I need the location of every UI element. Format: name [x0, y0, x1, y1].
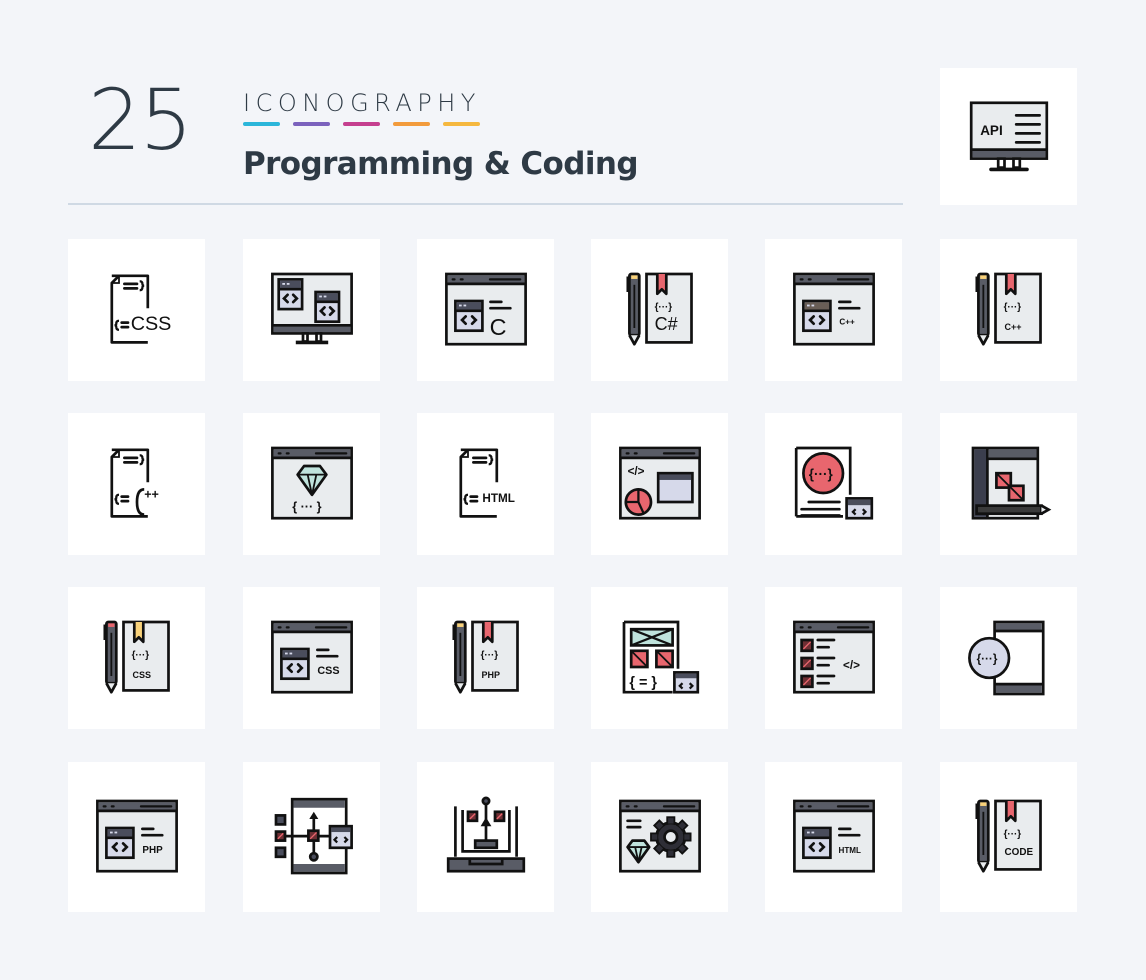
svg-text:{···}: {···}: [1003, 829, 1021, 840]
svg-text:{···}: {···}: [480, 650, 498, 661]
icon-card[interactable]: [417, 762, 554, 912]
icon-card[interactable]: {···}: [940, 587, 1077, 729]
monitor-code-windows-icon: [270, 272, 353, 345]
icon-card[interactable]: {···} PHP: [417, 587, 554, 729]
svg-text:HTML: HTML: [482, 492, 514, 505]
icon-card[interactable]: HTML: [417, 413, 554, 555]
document-code-badge-icon: {···}: [794, 446, 873, 520]
svg-text:HTML: HTML: [838, 846, 860, 855]
design-editor-icon: [971, 446, 1051, 520]
code-book-pencil-icon: {···} CODE: [974, 799, 1042, 873]
svg-text:{···}: {···}: [1003, 302, 1021, 313]
svg-text:C++: C++: [1004, 322, 1021, 332]
featured-card[interactable]: API: [940, 68, 1077, 205]
browser-ruby-gem-icon: { ··· }: [270, 446, 353, 520]
cpp-book-pencil-icon: {···} C++: [974, 272, 1042, 346]
icon-card[interactable]: { = }: [591, 587, 728, 729]
browser-css-icon: CSS: [270, 620, 353, 694]
laptop-flowchart-icon: [446, 796, 525, 873]
accent-bar: [343, 122, 380, 126]
svg-text:{ ··· }: { ··· }: [292, 500, 321, 514]
accent-bar: [443, 122, 480, 126]
icon-card[interactable]: </>: [591, 413, 728, 555]
accent-bar: [243, 122, 280, 126]
browser-gem-gear-icon: [618, 799, 701, 873]
svg-text:CODE: CODE: [1004, 847, 1033, 858]
icon-card[interactable]: {···} CSS: [68, 587, 205, 729]
pack-title: Programming & Coding: [243, 146, 639, 182]
svg-text:PHP: PHP: [481, 670, 500, 680]
html-file-icon: HTML: [458, 448, 514, 518]
wireframe-code-icon: { = }: [622, 620, 699, 694]
divider: [68, 203, 903, 205]
accent-bar: [393, 122, 430, 126]
accent-bars: [243, 122, 480, 126]
svg-text:{···}: {···}: [131, 650, 149, 661]
css-book-pencil-icon: {···} CSS: [102, 620, 170, 694]
icon-card[interactable]: C++: [765, 239, 902, 381]
svg-text:CSS: CSS: [317, 665, 339, 677]
browser-checklist-code-icon: </>: [792, 620, 875, 694]
icon-card[interactable]: [243, 239, 380, 381]
icon-card[interactable]: C: [417, 239, 554, 381]
svg-text:++: ++: [144, 487, 159, 501]
icon-card[interactable]: ++: [68, 413, 205, 555]
svg-text:PHP: PHP: [142, 845, 163, 856]
cpp-file-icon: ++: [109, 448, 159, 518]
browser-php-icon: PHP: [95, 799, 178, 873]
svg-text:C++: C++: [839, 317, 855, 326]
accent-bar: [293, 122, 330, 126]
icon-card[interactable]: {···}: [765, 413, 902, 555]
icon-card[interactable]: {···} CODE: [940, 762, 1077, 912]
icon-card[interactable]: [243, 762, 380, 912]
svg-text:CSS: CSS: [130, 313, 171, 335]
api-monitor-icon: API: [969, 100, 1048, 171]
icon-card[interactable]: </>: [765, 587, 902, 729]
brand-label: ICONOGRAPHY: [243, 89, 481, 117]
svg-text:</>: </>: [627, 465, 644, 478]
svg-text:C: C: [489, 314, 506, 340]
csharp-book-pencil-icon: {···}C#: [625, 272, 693, 346]
css-file-icon: CSS: [109, 274, 171, 344]
icon-card[interactable]: [591, 762, 728, 912]
icon-card[interactable]: HTML: [765, 762, 902, 912]
svg-text:{···}: {···}: [976, 653, 997, 666]
mobile-code-icon: {···}: [967, 620, 1045, 696]
svg-text:</>: </>: [843, 659, 860, 672]
api-text: API: [980, 123, 1003, 138]
icon-card[interactable]: CSS: [68, 239, 205, 381]
browser-cpp-icon: C++: [792, 272, 875, 346]
browser-html-icon: HTML: [792, 799, 875, 873]
php-book-pencil-icon: {···} PHP: [451, 620, 519, 694]
icon-count: 25: [88, 71, 193, 169]
icon-card[interactable]: [940, 413, 1077, 555]
browser-pie-chart-icon: </>: [618, 446, 701, 520]
icon-card[interactable]: PHP: [68, 762, 205, 912]
icon-card[interactable]: {···} C++: [940, 239, 1077, 381]
icon-card[interactable]: { ··· }: [243, 413, 380, 555]
icon-card[interactable]: CSS: [243, 587, 380, 729]
svg-text:{···}: {···}: [654, 302, 672, 313]
mobile-flowchart-icon: [274, 797, 353, 875]
browser-c-icon: C: [444, 272, 527, 346]
svg-text:C#: C#: [654, 314, 677, 334]
svg-text:CSS: CSS: [132, 670, 151, 680]
icon-card[interactable]: {···} C#: [591, 239, 728, 381]
svg-text:{ = }: { = }: [629, 675, 657, 691]
svg-text:{···}: {···}: [808, 467, 833, 482]
